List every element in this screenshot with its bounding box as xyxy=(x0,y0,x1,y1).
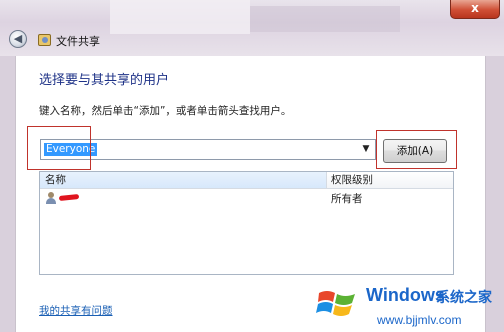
table-row[interactable]: 所有者 xyxy=(40,189,453,207)
file-sharing-icon xyxy=(38,34,51,46)
watermark-brand: Windows xyxy=(366,285,445,305)
blurred-background xyxy=(250,6,400,32)
annotation-highlight-box xyxy=(376,130,457,169)
dropdown-arrow-icon[interactable]: ▼ xyxy=(359,142,373,157)
dialog-heading: 选择要与其共享的用户 xyxy=(39,73,170,88)
site-watermark: Windows 系统之家 www.bjjmlv.com xyxy=(315,281,504,332)
blurred-background xyxy=(110,0,250,34)
redacted-user-name xyxy=(58,193,80,202)
watermark-site-name: 系统之家 xyxy=(436,290,492,306)
instruction-text: 键入名称，然后单击“添加”，或者单击箭头查找用户。 xyxy=(39,105,292,117)
permission-level[interactable]: 所有者 xyxy=(331,191,363,206)
back-arrow-icon: ◀ xyxy=(13,32,23,45)
watermark-url: www.bjjmlv.com xyxy=(377,313,462,327)
annotation-highlight-box xyxy=(27,126,91,170)
column-header-permission[interactable]: 权限级别 xyxy=(327,172,453,189)
window-title: 文件共享 xyxy=(56,35,100,48)
help-link[interactable]: 我的共享有问题 xyxy=(39,303,113,318)
close-button[interactable]: x xyxy=(450,0,500,19)
back-button[interactable]: ◀ xyxy=(9,30,27,48)
windows-logo-icon xyxy=(316,291,355,316)
user-permission-table: 名称 权限级别 所有者 xyxy=(39,171,454,275)
column-header-name[interactable]: 名称 xyxy=(40,172,327,189)
user-icon xyxy=(46,192,56,204)
